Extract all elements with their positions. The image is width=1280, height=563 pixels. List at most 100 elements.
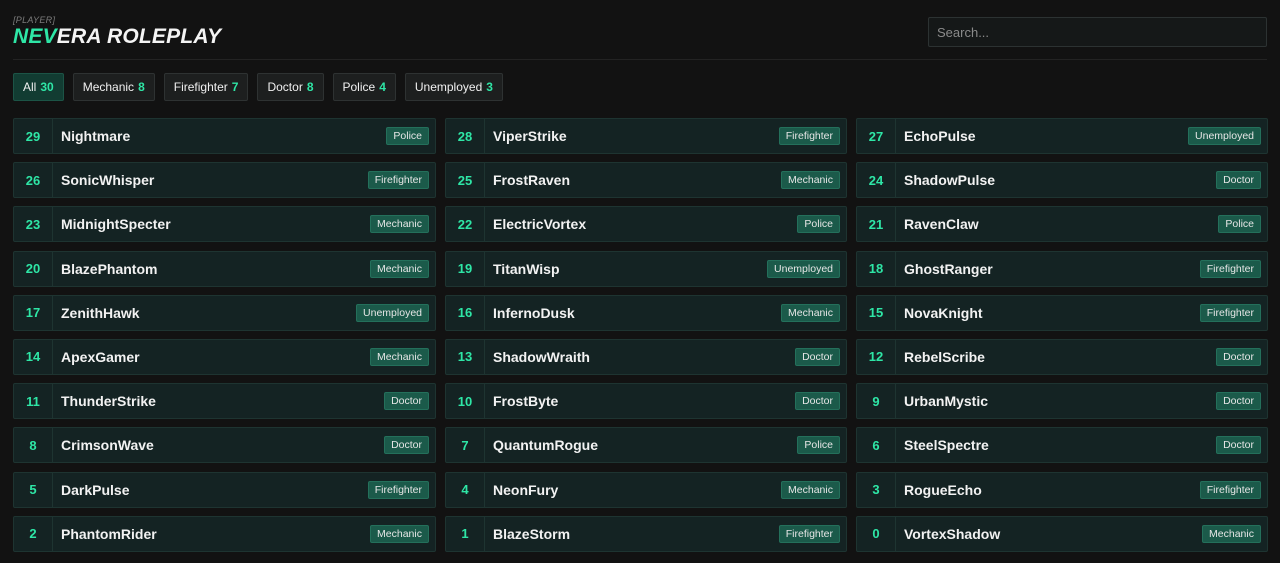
player-card[interactable]: 24 ShadowPulse Doctor: [856, 162, 1268, 199]
player-id: 0: [857, 516, 896, 551]
job-badge: Firefighter: [1199, 303, 1261, 322]
player-card[interactable]: 0 VortexShadow Mechanic: [856, 515, 1268, 552]
filter-label: Police: [342, 80, 376, 94]
job-badge: Doctor: [1216, 392, 1261, 411]
player-id: 24: [857, 163, 896, 198]
filter-count: 3: [486, 80, 493, 94]
player-id: 16: [446, 295, 485, 330]
player-name: RogueEcho: [904, 481, 982, 498]
filter-chip-police[interactable]: Police 4: [332, 73, 396, 101]
player-card[interactable]: 3 RogueEcho Firefighter: [856, 471, 1268, 508]
player-card[interactable]: 22 ElectricVortex Police: [445, 206, 847, 243]
player-name: RebelScribe: [904, 348, 985, 365]
player-name: BlazePhantom: [61, 260, 158, 277]
brand-title-accent: NEV: [13, 25, 57, 48]
filter-label: Firefighter: [173, 80, 228, 94]
filter-chip-doctor[interactable]: Doctor 8: [257, 73, 324, 101]
job-badge: Doctor: [1216, 347, 1261, 366]
player-name: ShadowWraith: [493, 348, 590, 365]
job-badge: Firefighter: [367, 480, 429, 499]
filter-count: 4: [379, 80, 386, 94]
player-card[interactable]: 16 InfernoDusk Mechanic: [445, 294, 847, 331]
player-name: VortexShadow: [904, 525, 1001, 542]
filter-label: Unemployed: [414, 80, 483, 94]
player-id: 13: [446, 339, 485, 374]
player-grid: 29 Nightmare Police 28 ViperStrike Firefighte…: [13, 118, 1268, 552]
player-id: 10: [446, 384, 485, 419]
player-card[interactable]: 5 DarkPulse Firefighter: [13, 471, 436, 508]
player-name: BlazeStorm: [493, 525, 571, 542]
player-name: CrimsonWave: [61, 437, 154, 454]
search-input[interactable]: [928, 17, 1267, 47]
player-card[interactable]: 28 ViperStrike Firefighter: [445, 118, 847, 154]
player-card[interactable]: 17 ZenithHawk Unemployed: [13, 294, 436, 331]
player-id: 26: [14, 163, 53, 198]
filter-label: Doctor: [267, 80, 303, 94]
job-badge: Doctor: [795, 347, 840, 366]
job-badge: Unemployed: [356, 303, 429, 322]
filter-chip-mechanic[interactable]: Mechanic 8: [72, 73, 155, 101]
filter-label: Mechanic: [82, 80, 135, 94]
player-card[interactable]: 11 ThunderStrike Doctor: [13, 383, 436, 420]
player-card[interactable]: 29 Nightmare Police: [13, 118, 436, 154]
player-card[interactable]: 21 RavenClaw Police: [856, 206, 1268, 243]
player-name: ViperStrike: [493, 128, 567, 144]
player-id: 3: [857, 472, 896, 507]
job-badge: Mechanic: [370, 524, 429, 543]
player-card[interactable]: 14 ApexGamer Mechanic: [13, 338, 436, 375]
brand-title: NEVERA ROLEPLAY: [13, 25, 221, 49]
job-badge: Firefighter: [1199, 480, 1261, 499]
job-badge: Mechanic: [370, 347, 429, 366]
player-card[interactable]: 2 PhantomRider Mechanic: [13, 515, 436, 552]
player-id: 28: [446, 119, 485, 153]
player-id: 9: [857, 384, 896, 419]
filter-chip-unemployed[interactable]: Unemployed 3: [404, 73, 503, 101]
player-card[interactable]: 13 ShadowWraith Doctor: [445, 338, 847, 375]
player-card[interactable]: 23 MidnightSpecter Mechanic: [13, 206, 436, 243]
player-card[interactable]: 9 UrbanMystic Doctor: [856, 383, 1268, 420]
job-badge: Mechanic: [370, 215, 429, 234]
job-badge: Mechanic: [1202, 524, 1261, 543]
player-id: 5: [14, 472, 53, 507]
player-card[interactable]: 20 BlazePhantom Mechanic: [13, 250, 436, 287]
player-name: SteelSpectre: [904, 437, 989, 454]
filter-count: 8: [138, 80, 145, 94]
job-badge: Firefighter: [778, 524, 840, 543]
job-badge: Police: [797, 215, 840, 234]
player-name: ZenithHawk: [61, 304, 140, 321]
player-card[interactable]: 7 QuantumRogue Police: [445, 427, 847, 464]
player-id: 4: [446, 472, 485, 507]
player-name: NovaKnight: [904, 304, 983, 321]
player-card[interactable]: 12 RebelScribe Doctor: [856, 338, 1268, 375]
player-name: PhantomRider: [61, 525, 157, 542]
player-card[interactable]: 8 CrimsonWave Doctor: [13, 427, 436, 464]
job-badge: Firefighter: [367, 171, 429, 190]
player-name: EchoPulse: [904, 128, 976, 144]
player-card[interactable]: 27 EchoPulse Unemployed: [856, 118, 1268, 154]
filter-chip-firefighter[interactable]: Firefighter 7: [163, 73, 249, 101]
player-card[interactable]: 6 SteelSpectre Doctor: [856, 427, 1268, 464]
player-id: 8: [14, 428, 53, 463]
filter-chip-all[interactable]: All 30: [13, 73, 64, 101]
player-id: 25: [446, 163, 485, 198]
filter-label: All: [23, 80, 37, 94]
player-id: 20: [14, 251, 53, 286]
filter-count: 30: [40, 80, 54, 94]
job-badge: Firefighter: [1199, 259, 1261, 278]
player-card[interactable]: 4 NeonFury Mechanic: [445, 471, 847, 508]
player-name: NeonFury: [493, 481, 559, 498]
player-card[interactable]: 26 SonicWhisper Firefighter: [13, 162, 436, 199]
player-name: SonicWhisper: [61, 172, 155, 189]
player-card[interactable]: 1 BlazeStorm Firefighter: [445, 515, 847, 552]
player-id: 18: [857, 251, 896, 286]
player-name: ElectricVortex: [493, 216, 587, 233]
player-card[interactable]: 10 FrostByte Doctor: [445, 383, 847, 420]
job-badge: Doctor: [384, 392, 429, 411]
player-id: 1: [446, 516, 485, 551]
player-card[interactable]: 18 GhostRanger Firefighter: [856, 250, 1268, 287]
job-badge: Unemployed: [767, 259, 840, 278]
player-card[interactable]: 15 NovaKnight Firefighter: [856, 294, 1268, 331]
player-card[interactable]: 19 TitanWisp Unemployed: [445, 250, 847, 287]
player-card[interactable]: 25 FrostRaven Mechanic: [445, 162, 847, 199]
job-badge: Doctor: [1216, 171, 1261, 190]
